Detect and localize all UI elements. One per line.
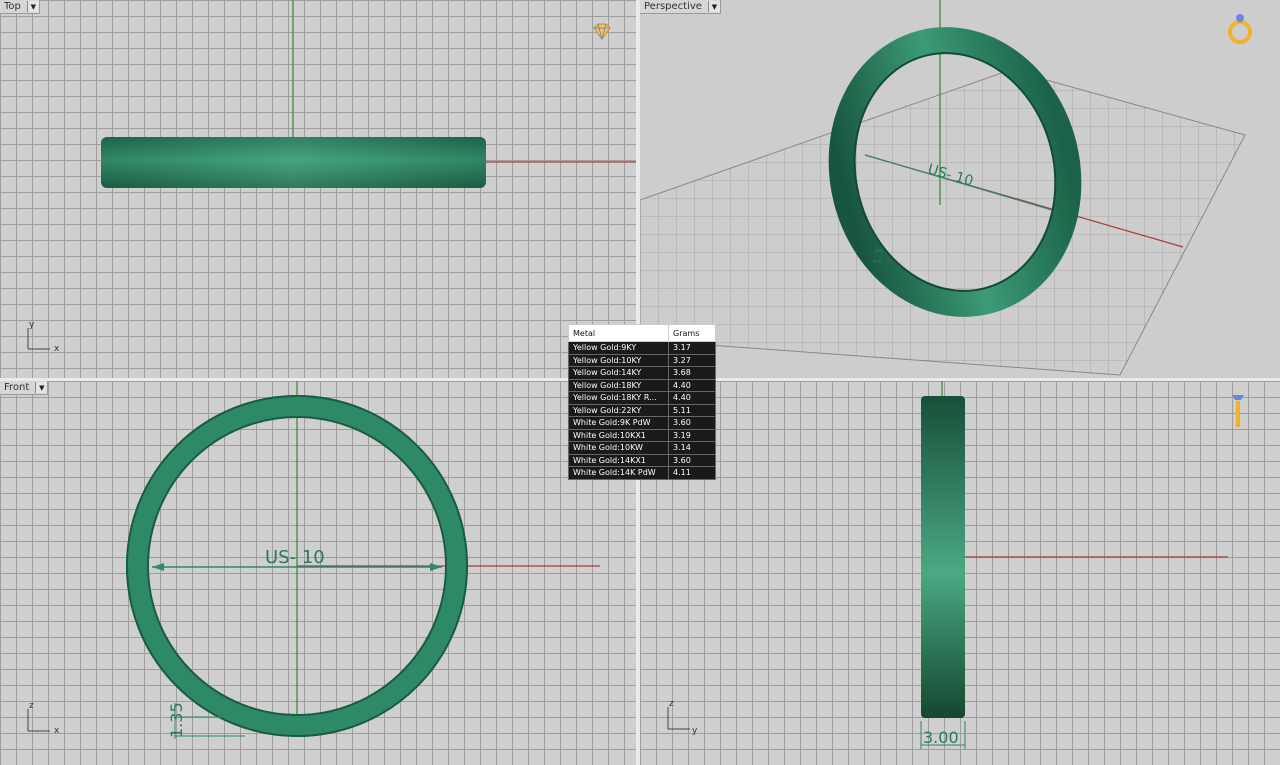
grams-cell: 3.60	[668, 416, 716, 430]
metal-cell: White Gold:14K PdW	[568, 466, 669, 480]
front-view-canvas: US- 10 1.35 x z	[27, 381, 600, 739]
metal-cell: Yellow Gold:9KY	[568, 341, 669, 355]
viewport-name: Top	[4, 1, 21, 12]
metal-cell: White Gold:10KW	[568, 441, 669, 455]
viewport-right[interactable]: 3.00 y z	[640, 381, 1280, 765]
right-view-canvas: 3.00 y z	[667, 381, 1244, 749]
table-row: Yellow Gold:10KY 3.27	[568, 353, 716, 367]
ring-icon	[1228, 14, 1252, 44]
diamond-icon	[593, 23, 611, 40]
grams-cell: 4.11	[668, 466, 716, 480]
column-header-grams: Grams	[668, 324, 716, 342]
y-axis-label: y	[692, 726, 698, 736]
perspective-view-canvas: US- 10 1.3	[640, 0, 1252, 376]
chevron-down-icon[interactable]: ▼	[707, 1, 720, 12]
perspective-grid	[640, 69, 1246, 376]
viewport-tab-top[interactable]: Top ▼	[0, 0, 40, 14]
table-row: Yellow Gold:18KY R... 4.40	[568, 391, 716, 405]
x-axis-label: x	[54, 726, 60, 736]
metal-cell: Yellow Gold:18KY R...	[568, 391, 669, 405]
z-axis-label: z	[669, 699, 674, 709]
grams-cell: 3.60	[668, 453, 716, 467]
x-axis-label: x	[54, 344, 60, 354]
thickness-label: 1.35	[167, 702, 186, 738]
table-row: Yellow Gold:14KY 3.68	[568, 366, 716, 380]
table-row: White Gold:14KX1 3.60	[568, 453, 716, 467]
viewport-top[interactable]: x y Top ▼	[0, 0, 636, 378]
viewport-name: Perspective	[644, 1, 702, 12]
grams-cell: 3.14	[668, 441, 716, 455]
table-row: White Gold:10KX1 3.19	[568, 428, 716, 442]
grams-cell: 5.11	[668, 403, 716, 417]
metal-cell: White Gold:10KX1	[568, 428, 669, 442]
width-label: 3.00	[923, 728, 959, 747]
metal-cell: Yellow Gold:14KY	[568, 366, 669, 380]
metal-weights-table: Metal Grams Yellow Gold:9KY 3.17 Yellow G…	[568, 324, 716, 480]
metal-cell: White Gold:14KX1	[568, 453, 669, 467]
grams-cell: 3.27	[668, 353, 716, 367]
grams-cell: 4.40	[668, 378, 716, 392]
viewport-front[interactable]: US- 10 1.35 x z Front ▼	[0, 381, 636, 765]
table-row: White Gold:10KW 3.14	[568, 441, 716, 455]
grams-cell: 3.17	[668, 341, 716, 355]
chevron-down-icon[interactable]: ▼	[35, 382, 48, 393]
viewport-tab-front[interactable]: Front ▼	[0, 381, 49, 395]
metal-cell: Yellow Gold:18KY	[568, 378, 669, 392]
metal-cell: White Gold:9K PdW	[568, 416, 669, 430]
column-header-metal: Metal	[568, 324, 669, 342]
z-axis-label: z	[29, 701, 34, 711]
table-row: Yellow Gold:9KY 3.17	[568, 341, 716, 355]
ring-size-label: US- 10	[265, 547, 325, 568]
table-row: White Gold:14K PdW 4.11	[568, 466, 716, 480]
gem-pin-icon	[1232, 395, 1244, 427]
viewport-name: Front	[4, 382, 30, 393]
metal-cell: Yellow Gold:10KY	[568, 353, 669, 367]
y-axis-label: y	[29, 320, 35, 330]
viewport-perspective[interactable]: US- 10 1.3 Perspective ▼	[640, 0, 1280, 378]
top-view-canvas: x y	[27, 0, 636, 354]
metal-cell: Yellow Gold:22KY	[568, 403, 669, 417]
chevron-down-icon[interactable]: ▼	[26, 1, 39, 12]
ring-side-profile	[921, 396, 965, 718]
table-row: Yellow Gold:22KY 5.11	[568, 403, 716, 417]
grams-cell: 4.40	[668, 391, 716, 405]
grams-cell: 3.19	[668, 428, 716, 442]
viewport-tab-perspective[interactable]: Perspective ▼	[640, 0, 721, 14]
grams-cell: 3.68	[668, 366, 716, 380]
table-row: White Gold:9K PdW 3.60	[568, 416, 716, 430]
table-row: Yellow Gold:18KY 4.40	[568, 378, 716, 392]
